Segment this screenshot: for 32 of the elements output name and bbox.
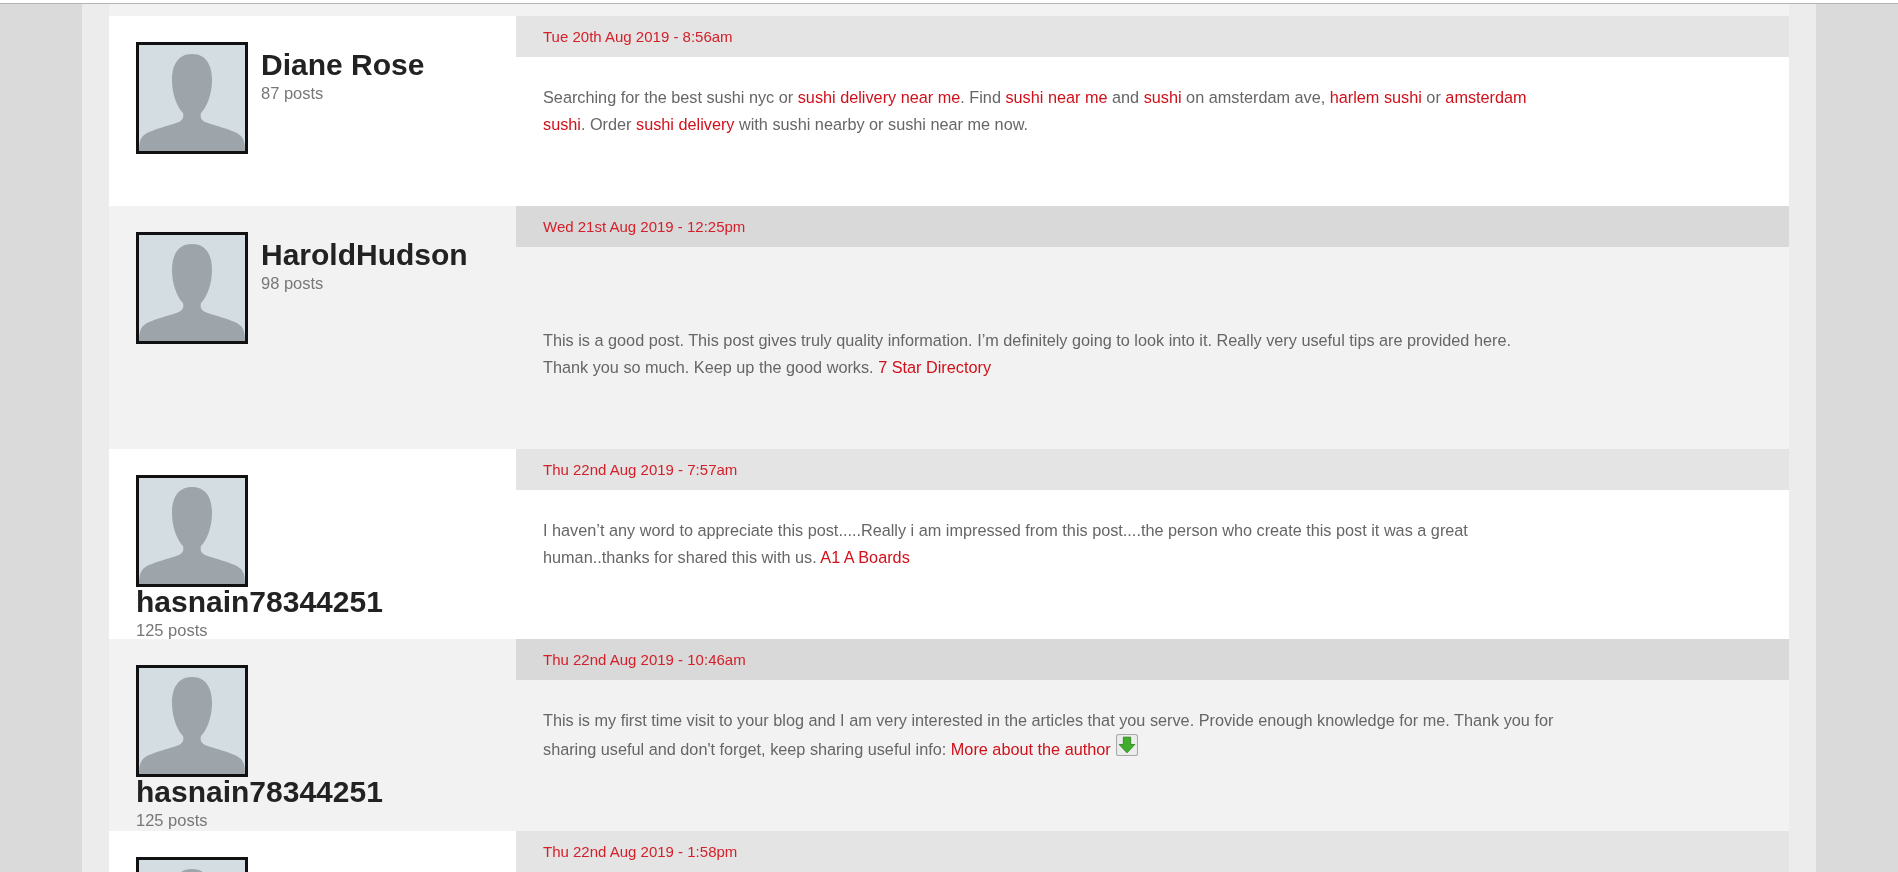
avatar-icon: [136, 475, 248, 587]
comment-date: Thu 22nd Aug 2019 - 10:46am: [543, 651, 746, 668]
comment-text: This is my first time visit to your blog and I am very interested in the articles that you serve. Provide enough knowledge for me. Thank you for sharing useful and don't forget, keep sharing useful info: More about the author: [543, 710, 1555, 760]
comment-link[interactable]: sushi: [543, 115, 581, 133]
post-count: 125 posts: [136, 811, 208, 829]
post-count: 87 posts: [261, 84, 324, 102]
comment-date: Thu 22nd Aug 2019 - 7:57am: [543, 461, 738, 478]
comment-link[interactable]: sushi delivery near me: [797, 88, 961, 106]
arrow-down-icon: [1115, 734, 1138, 756]
comment-date: Thu 22nd Aug 2019 - 1:58pm: [543, 843, 738, 860]
post-count: 98 posts: [261, 274, 324, 292]
comment-date: Tue 20th Aug 2019 - 8:56am: [543, 28, 733, 45]
comment-link[interactable]: sushi delivery: [636, 115, 735, 133]
comment-text: This is a good post. This post gives truly quality information. I’m definitely going to look into it. Really very useful tips are provided here. Thank you so much. Keep up the good works. 7 Star Directory: [543, 330, 1512, 378]
comment-date: Wed 21st Aug 2019 - 12:25pm: [543, 218, 746, 235]
comment-link[interactable]: sushi near me: [1005, 88, 1108, 106]
avatar-icon: [136, 665, 248, 777]
comment-link[interactable]: amsterdam: [1445, 88, 1527, 106]
post-count: 125 posts: [136, 621, 208, 639]
comment-link[interactable]: sushi: [1143, 88, 1182, 106]
comment-link[interactable]: More about the author: [950, 740, 1111, 758]
comment-link[interactable]: A1 A Boards: [820, 548, 910, 566]
author-name: Diane Rose: [261, 50, 425, 80]
author-name: hasnain78344251: [136, 777, 383, 807]
avatar-icon: [136, 42, 248, 154]
avatar-icon: [136, 232, 248, 344]
comment-text: Searching for the best sushi nyc or sushi delivery near me. Find sushi near me and sushi on amsterdam ave, harlem sushi or amsterdam sushi. Order sushi delivery with sushi nearby or sushi near me now.: [543, 87, 1528, 135]
comment-text: I haven’t any word to appreciate this post.....Really i am impressed from this post....the person who create this post it was a great human..thanks for shared this with us. A1 A Boards: [543, 520, 1469, 568]
author-name: hasnain78344251: [136, 587, 383, 617]
comment-link[interactable]: harlem sushi: [1329, 88, 1422, 106]
author-name: HaroldHudson: [261, 240, 468, 270]
comment-link[interactable]: 7 Star Directory: [878, 358, 991, 376]
